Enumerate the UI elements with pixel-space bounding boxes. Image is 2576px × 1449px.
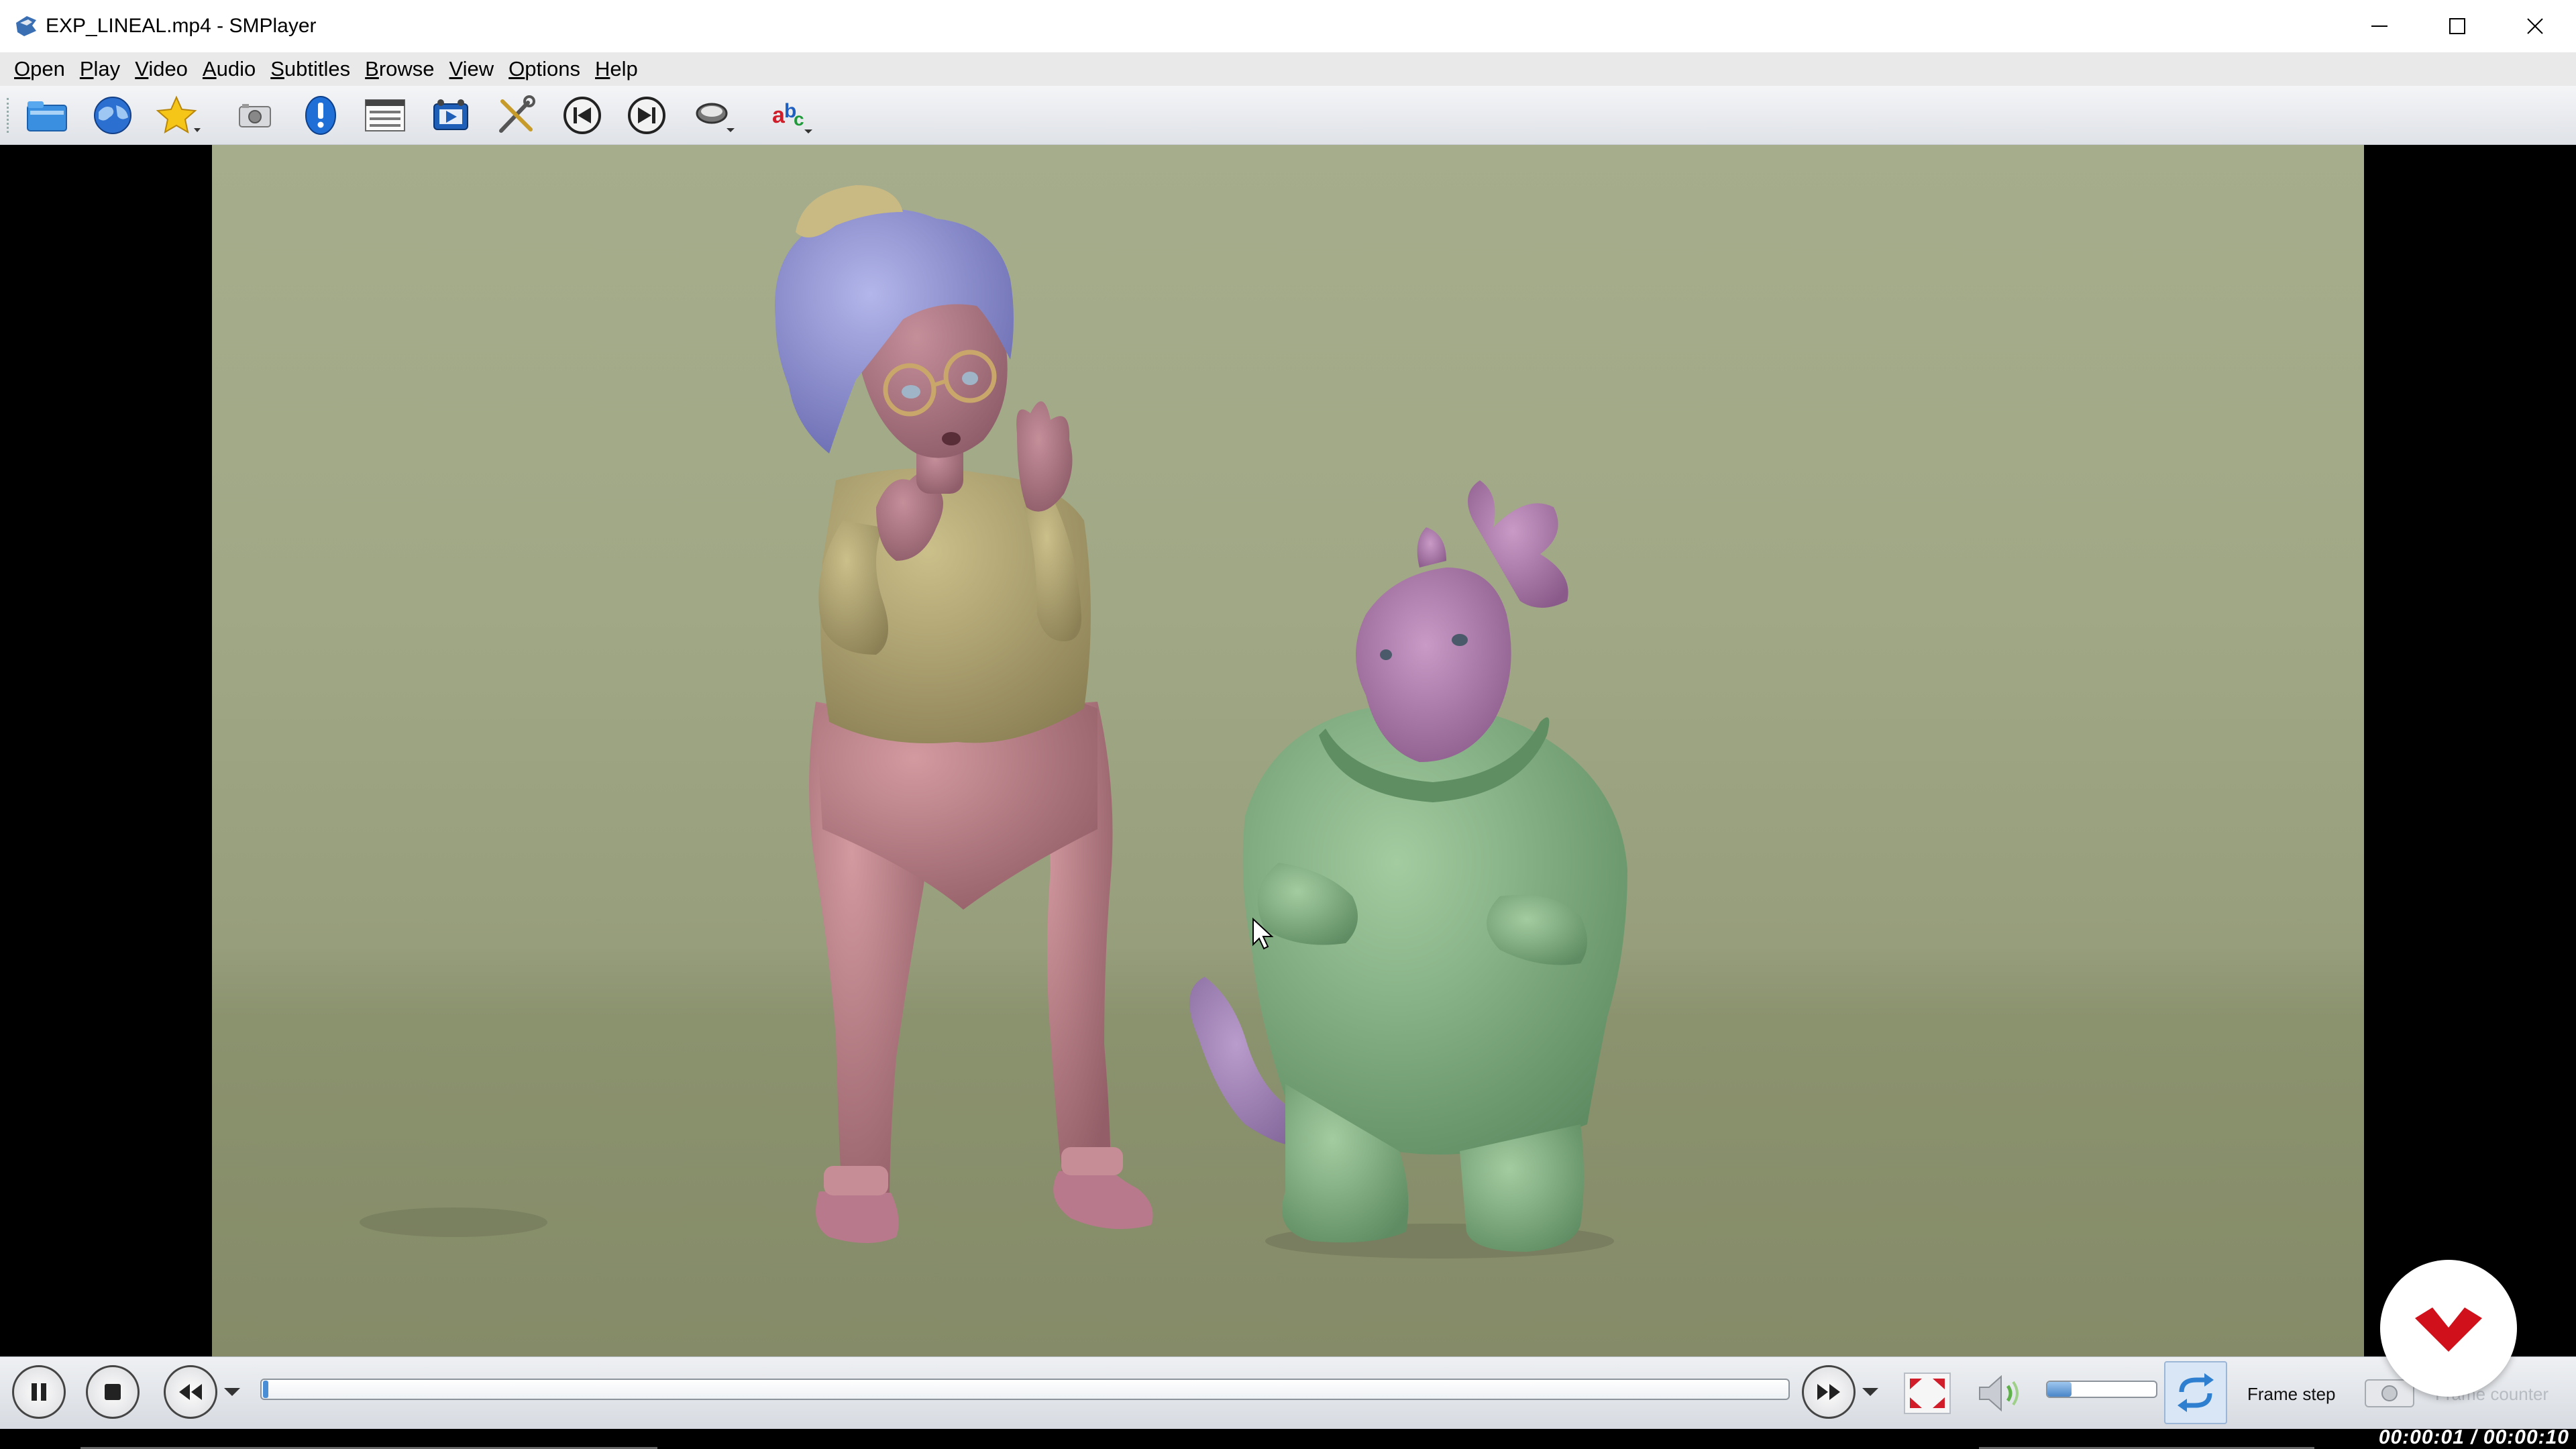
forward-button[interactable] bbox=[1802, 1365, 1856, 1419]
toolbar-grip[interactable] bbox=[7, 98, 11, 133]
menu-view[interactable]: View bbox=[442, 52, 502, 86]
menu-open[interactable]: Open bbox=[7, 52, 72, 86]
minimize-icon bbox=[2371, 25, 2387, 27]
rewind-icon bbox=[179, 1384, 202, 1400]
svg-text:a: a bbox=[772, 103, 786, 128]
next-button[interactable] bbox=[620, 93, 674, 138]
girl-figure bbox=[360, 185, 1153, 1243]
repeat-icon bbox=[2178, 1373, 2214, 1412]
stop-button[interactable] bbox=[86, 1365, 140, 1419]
fullscreen-button[interactable] bbox=[1898, 1366, 1956, 1420]
favorites-button[interactable] bbox=[152, 93, 205, 138]
open-file-button[interactable] bbox=[20, 93, 74, 138]
menu-bar: Open Play Video Audio Subtitles Browse V… bbox=[0, 52, 2576, 86]
fullscreen-icon bbox=[1904, 1373, 1951, 1414]
subtitle-track-icon: a b c bbox=[772, 100, 812, 133]
preferences-tools-icon bbox=[499, 95, 535, 133]
mute-button[interactable] bbox=[1972, 1366, 2033, 1420]
video-scene bbox=[360, 185, 1627, 1258]
smplayer-icon bbox=[16, 16, 36, 36]
video-area[interactable] bbox=[0, 145, 2576, 1356]
playlist-icon bbox=[365, 99, 405, 131]
close-icon bbox=[2527, 18, 2543, 34]
repeat-button[interactable] bbox=[2164, 1361, 2227, 1424]
video-filter-icon bbox=[433, 99, 468, 130]
rewind-dropdown[interactable] bbox=[224, 1388, 240, 1396]
window-title: EXP_LINEAL.mp4 - SMPlayer bbox=[46, 15, 317, 37]
rewind-button[interactable] bbox=[164, 1365, 217, 1419]
status-bar bbox=[0, 1429, 2576, 1449]
volume-slider[interactable] bbox=[2046, 1381, 2157, 1398]
menu-options[interactable]: Options bbox=[501, 52, 588, 86]
previous-button[interactable] bbox=[555, 93, 609, 138]
pause-button[interactable] bbox=[12, 1365, 66, 1419]
svg-text:c: c bbox=[794, 109, 804, 129]
close-button[interactable] bbox=[2496, 0, 2575, 52]
seek-bar[interactable] bbox=[260, 1379, 1790, 1400]
time-display: 00:00:01 / 00:00:10 bbox=[2378, 1426, 2569, 1448]
info-icon bbox=[305, 96, 336, 135]
open-url-globe-icon bbox=[94, 97, 131, 134]
subtitle-track-button[interactable]: a b c bbox=[765, 93, 818, 138]
video-frame[interactable] bbox=[212, 145, 2364, 1356]
main-toolbar: a b c bbox=[0, 86, 2576, 145]
volume-level[interactable] bbox=[2047, 1382, 2072, 1397]
minimize-button[interactable] bbox=[2340, 0, 2419, 52]
screenshot-button[interactable] bbox=[228, 93, 282, 138]
stop-icon bbox=[105, 1384, 121, 1400]
favorites-star-icon bbox=[156, 95, 201, 134]
speaker-icon bbox=[1979, 1375, 2019, 1412]
audio-track-button[interactable] bbox=[688, 93, 742, 138]
forward-dropdown[interactable] bbox=[1862, 1388, 1878, 1396]
info-button[interactable] bbox=[294, 93, 347, 138]
red-chevron-logo-icon bbox=[2415, 1307, 2482, 1352]
overlay-logo bbox=[2380, 1260, 2517, 1397]
forward-icon bbox=[1817, 1384, 1840, 1400]
frame-step-label[interactable]: Frame step bbox=[2247, 1384, 2336, 1405]
video-equalizer-button[interactable] bbox=[424, 93, 478, 138]
menu-subtitles[interactable]: Subtitles bbox=[263, 52, 358, 86]
open-url-button[interactable] bbox=[86, 93, 140, 138]
previous-icon bbox=[564, 97, 601, 134]
playlist-button[interactable] bbox=[358, 93, 412, 138]
next-icon bbox=[628, 97, 665, 134]
audio-track-icon bbox=[696, 103, 735, 132]
monster-figure bbox=[1189, 480, 1627, 1258]
open-folder-icon bbox=[27, 101, 67, 131]
menu-browse[interactable]: Browse bbox=[358, 52, 441, 86]
smplayer-window: EXP_LINEAL.mp4 - SMPlayer Open Play Vide… bbox=[0, 0, 2576, 1449]
menu-video[interactable]: Video bbox=[127, 52, 195, 86]
menu-play[interactable]: Play bbox=[72, 52, 127, 86]
menu-help[interactable]: Help bbox=[588, 52, 645, 86]
seek-handle[interactable] bbox=[263, 1381, 268, 1398]
pause-icon bbox=[32, 1383, 46, 1401]
screenshot-camera-icon bbox=[239, 104, 271, 127]
maximize-icon bbox=[2449, 18, 2465, 34]
title-bar: EXP_LINEAL.mp4 - SMPlayer bbox=[0, 0, 2576, 52]
maximize-button[interactable] bbox=[2418, 0, 2497, 52]
preferences-button[interactable] bbox=[490, 93, 543, 138]
menu-audio[interactable]: Audio bbox=[195, 52, 263, 86]
